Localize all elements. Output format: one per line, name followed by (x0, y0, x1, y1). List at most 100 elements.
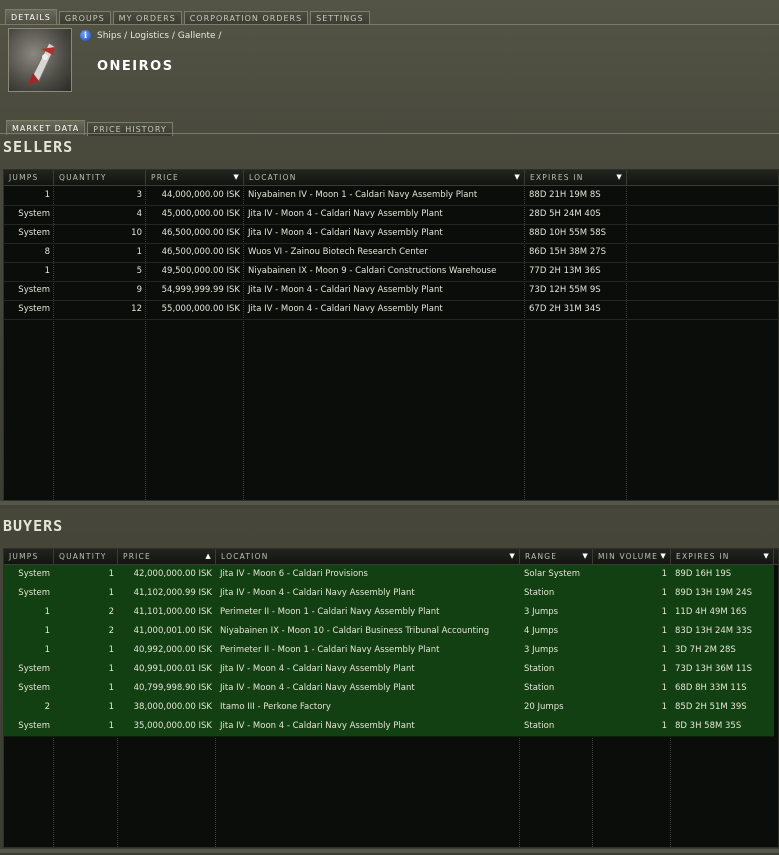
buyer-row[interactable]: System 1 35,000,000.00 ISK Jita IV - Moon 4… (4, 717, 774, 737)
cell-range: Solar System (524, 569, 581, 579)
sort-desc-icon: ▼ (509, 552, 516, 560)
cell-location: Wuos VI - Zainou Biotech Research Center (248, 247, 428, 257)
sellers-col-jumps[interactable]: JUMPS (4, 170, 54, 185)
cell-location: Perimeter II - Moon 1 - Caldari Navy Ass… (220, 607, 440, 617)
cell-expires: 73D 13H 36M 11S (675, 664, 753, 674)
buyer-row[interactable]: 2 1 38,000,000.00 ISK Itamo III - Perkone F… (4, 698, 774, 718)
cell-price: 41,102,000.99 ISK (133, 588, 212, 598)
seller-row[interactable]: System 4 45,000,000.00 ISK Jita IV - Moon 4… (4, 205, 779, 225)
seller-row[interactable]: 1 3 44,000,000.00 ISK Niyabainen IV - Moon … (4, 186, 779, 206)
breadcrumb[interactable]: Ships / Logistics / Gallente / (97, 31, 221, 41)
cell-price: 55,000,000.00 ISK (161, 304, 240, 314)
buyer-row[interactable]: 1 2 41,000,001.00 ISK Niyabainen IX - Moon … (4, 622, 774, 642)
cell-expires: 88D 21H 19M 8S (529, 190, 601, 200)
cell-quantity: 1 (108, 721, 114, 731)
buyers-table: JUMPS QUANTITY PRICE ▲ LOCATION ▼ RANGE ▼ M… (3, 548, 779, 848)
sort-desc-icon: ▼ (514, 173, 521, 181)
cell-jumps: 1 (44, 645, 50, 655)
buyer-row[interactable]: System 1 42,000,000.00 ISK Jita IV - Moon 6… (4, 565, 774, 585)
tab-corporation-orders[interactable]: CORPORATION ORDERS (183, 11, 309, 25)
cell-range: Station (524, 664, 555, 674)
buyer-row[interactable]: 1 1 40,992,000.00 ISK Perimeter II - Moon 1… (4, 641, 774, 661)
sort-asc-icon: ▲ (205, 552, 212, 560)
cell-quantity: 2 (108, 626, 114, 636)
cell-quantity: 5 (136, 266, 142, 276)
cell-expires: 28D 5H 24M 40S (529, 209, 601, 219)
buyers-col-quantity[interactable]: QUANTITY (54, 549, 118, 564)
buyer-row[interactable]: 1 2 41,101,000.00 ISK Perimeter II - Moon 1… (4, 603, 774, 623)
seller-row[interactable]: 1 5 49,500,000.00 ISK Niyabainen IX - Moon … (4, 262, 779, 282)
seller-row[interactable]: System 9 54,999,999.99 ISK Jita IV - Moon 4… (4, 281, 779, 301)
info-icon[interactable]: i (80, 30, 91, 41)
buyers-col-min-volume[interactable]: MIN VOLUME ▼ (593, 549, 671, 564)
cell-quantity: 1 (108, 588, 114, 598)
cell-jumps: System (18, 228, 50, 238)
cell-min-volume: 1 (661, 626, 667, 636)
cell-location: Jita IV - Moon 6 - Caldari Provisions (220, 569, 368, 579)
cell-jumps: System (18, 569, 50, 579)
tab-groups[interactable]: GROUPS (58, 11, 111, 25)
sort-desc-icon: ▼ (616, 173, 623, 181)
seller-row[interactable]: System 12 55,000,000.00 ISK Jita IV - Moon … (4, 300, 779, 320)
cell-expires: 73D 12H 55M 9S (529, 285, 601, 295)
seller-row[interactable]: System 10 46,500,000.00 ISK Jita IV - Moon … (4, 224, 779, 244)
buyers-col-jumps[interactable]: JUMPS (4, 549, 54, 564)
sellers-col-expires[interactable]: EXPIRES IN ▼ (525, 170, 627, 185)
cell-min-volume: 1 (661, 664, 667, 674)
cell-price: 40,992,000.00 ISK (133, 645, 212, 655)
cell-expires: 77D 2H 13M 36S (529, 266, 601, 276)
cell-expires: 11D 4H 49M 16S (675, 607, 747, 617)
cell-range: Station (524, 588, 555, 598)
buyer-row[interactable]: System 1 40,991,000.01 ISK Jita IV - Moon 4… (4, 660, 774, 680)
cell-location: Jita IV - Moon 4 - Caldari Navy Assembly… (248, 285, 443, 295)
cell-jumps: 1 (44, 190, 50, 200)
buyers-col-location[interactable]: LOCATION ▼ (216, 549, 520, 564)
cell-jumps: System (18, 588, 50, 598)
cell-expires: 83D 13H 24M 33S (675, 626, 753, 636)
cell-quantity: 1 (108, 664, 114, 674)
sellers-col-quantity[interactable]: QUANTITY (54, 170, 146, 185)
cell-jumps: System (18, 209, 50, 219)
cell-range: 3 Jumps (524, 607, 559, 617)
cell-location: Niyabainen IX - Moon 9 - Caldari Constru… (248, 266, 497, 276)
cell-jumps: System (18, 304, 50, 314)
cell-quantity: 1 (108, 645, 114, 655)
cell-quantity: 1 (108, 702, 114, 712)
tab-settings[interactable]: SETTINGS (310, 11, 370, 25)
cell-price: 35,000,000.00 ISK (133, 721, 212, 731)
buyers-col-price[interactable]: PRICE ▲ (118, 549, 216, 564)
sellers-col-location[interactable]: LOCATION ▼ (244, 170, 525, 185)
cell-range: 3 Jumps (524, 645, 559, 655)
tab-details[interactable]: DETAILS (5, 9, 57, 24)
cell-quantity: 3 (136, 190, 142, 200)
cell-location: Jita IV - Moon 4 - Caldari Navy Assembly… (220, 721, 415, 731)
buyers-col-expires[interactable]: EXPIRES IN ▼ (671, 549, 774, 564)
tab-my-orders[interactable]: MY ORDERS (112, 11, 182, 25)
sellers-col-price[interactable]: PRICE ▼ (146, 170, 244, 185)
cell-expires: 88D 10H 55M 58S (529, 228, 607, 238)
buyers-col-range[interactable]: RANGE ▼ (520, 549, 593, 564)
cell-price: 45,000,000.00 ISK (161, 209, 240, 219)
cell-range: Station (524, 683, 555, 693)
cell-location: Jita IV - Moon 4 - Caldari Navy Assembly… (220, 683, 415, 693)
sellers-title: SELLERS (3, 138, 74, 156)
item-name: ONEIROS (97, 59, 174, 74)
cell-range: Station (524, 721, 555, 731)
cell-location: Itamo III - Perkone Factory (220, 702, 331, 712)
buyers-header: JUMPS QUANTITY PRICE ▲ LOCATION ▼ RANGE ▼ M… (4, 549, 778, 565)
cell-location: Jita IV - Moon 4 - Caldari Navy Assembly… (220, 588, 415, 598)
cell-min-volume: 1 (661, 607, 667, 617)
seller-row[interactable]: 8 1 46,500,000.00 ISK Wuos VI - Zainou Biot… (4, 243, 779, 263)
cell-location: Niyabainen IX - Moon 10 - Caldari Busine… (220, 626, 490, 636)
cell-jumps: System (18, 664, 50, 674)
subtab-divider (0, 133, 779, 134)
ship-icon[interactable] (8, 28, 72, 92)
cell-expires: 67D 2H 31M 34S (529, 304, 601, 314)
cell-location: Jita IV - Moon 4 - Caldari Navy Assembly… (248, 228, 443, 238)
buyer-row[interactable]: System 1 41,102,000.99 ISK Jita IV - Moon 4… (4, 584, 774, 604)
cell-quantity: 2 (108, 607, 114, 617)
cell-price: 40,799,998.90 ISK (133, 683, 212, 693)
cell-price: 49,500,000.00 ISK (161, 266, 240, 276)
buyer-row[interactable]: System 1 40,799,998.90 ISK Jita IV - Moon 4… (4, 679, 774, 699)
cell-range: 4 Jumps (524, 626, 559, 636)
